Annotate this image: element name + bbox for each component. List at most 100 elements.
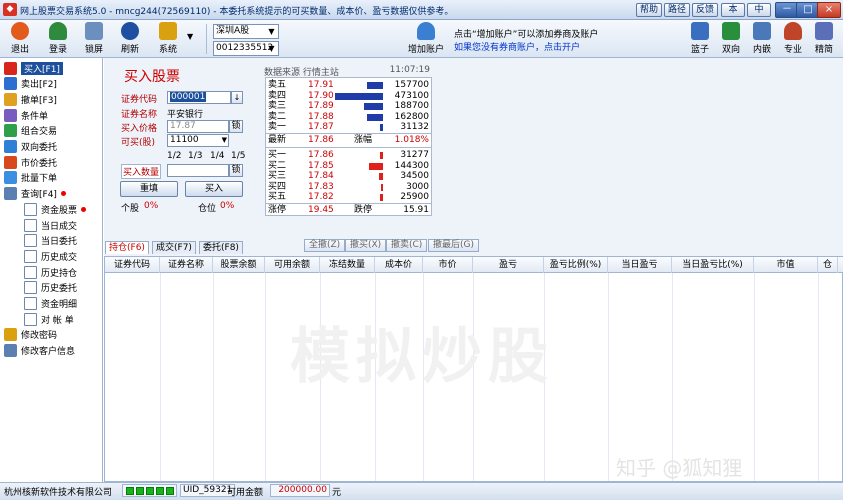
two-way-label: 双向 (721, 45, 740, 55)
led-icon (146, 487, 154, 495)
tree-subitem-0[interactable]: 资金股票 (24, 201, 87, 217)
tree-subitem-7[interactable]: 对 帐 单 (24, 311, 74, 327)
sell-level-1[interactable]: 卖五 17.91 157700 (266, 80, 431, 91)
level-name: 卖一 (268, 122, 287, 132)
column-header[interactable]: 证券名称 (160, 257, 213, 273)
fraction-half[interactable]: 1/2 (167, 151, 181, 161)
tree-subitem-5[interactable]: 历史委托 (24, 280, 77, 296)
level-price: 17.83 (308, 181, 334, 192)
help-button[interactable]: 帮助 (636, 3, 662, 17)
level-price: 17.82 (308, 192, 334, 202)
tree-bottom-item-1[interactable]: 修改客户信息 (4, 343, 75, 359)
code-search-icon[interactable]: ↓ (231, 91, 243, 104)
column-header[interactable]: 成本价 (375, 257, 423, 273)
path-button[interactable]: 路径 (664, 3, 690, 17)
tree-subitem-1[interactable]: 当日成交 (24, 217, 77, 233)
two-way-tool[interactable]: 双向 (715, 22, 747, 56)
column-header[interactable]: 仓 (818, 257, 838, 273)
tree-item-2[interactable]: 撤单[F3] (4, 91, 57, 107)
login-tool[interactable]: 登录 (42, 22, 74, 56)
tree-subitem-6[interactable]: 资金明细 (24, 296, 77, 312)
open-account-link[interactable]: 如果您没有券商账户，点击开户 (454, 40, 580, 53)
account-select[interactable]: 0012335512 ▼ (213, 41, 279, 56)
system-label: 系统 (158, 45, 177, 55)
system-tool[interactable]: 系统 (152, 22, 184, 56)
cancel-buy-button[interactable]: 撤买(X) (345, 239, 387, 252)
level-volume: 473100 (394, 90, 429, 101)
basket-tool[interactable]: 篮子 (684, 22, 716, 56)
refresh-tool[interactable]: 刷新 (114, 22, 146, 56)
buy-form-title: 买入股票 (124, 69, 180, 85)
add-account-button[interactable]: 增加账户 (406, 22, 446, 56)
column-header[interactable]: 证券代码 (105, 257, 160, 273)
feedback-button[interactable]: 反馈 (692, 3, 718, 17)
sell-level-5[interactable]: 卖一 17.87 31132 (266, 122, 431, 133)
buy-level-5[interactable]: 买五 17.82 25900 (266, 192, 431, 203)
exit-tool[interactable]: 退出 (4, 22, 36, 56)
buy-button[interactable]: 买入 (185, 181, 243, 197)
code-input[interactable]: 000001 (167, 91, 231, 104)
cancel-sell-button[interactable]: 撤卖(C) (386, 239, 428, 252)
info-label: 涨停 (268, 205, 287, 215)
fraction-quarter[interactable]: 1/4 (210, 151, 224, 161)
tree-subitem-2[interactable]: 当日委托 (24, 233, 77, 249)
cancel-all-button[interactable]: 全撤(Z) (304, 239, 346, 252)
connection-leds (122, 484, 177, 497)
embedded-tool[interactable]: 内嵌 (746, 22, 778, 56)
chevron-down-icon: ▼ (268, 27, 275, 36)
qty-input[interactable] (167, 164, 229, 177)
document-icon (24, 234, 37, 248)
column-header[interactable]: 盈亏 (473, 257, 544, 273)
pro-tool[interactable]: 专业 (777, 22, 809, 56)
tab-orders[interactable]: 委托(F8) (199, 241, 243, 254)
sell-level-2[interactable]: 卖四 17.90 473100 (266, 91, 431, 102)
column-header[interactable]: 市价 (423, 257, 473, 273)
close-button[interactable]: × (817, 2, 841, 18)
buy-level-2[interactable]: 买二 17.85 144300 (266, 161, 431, 172)
max-buy-select[interactable]: 11100 ▼ (167, 134, 229, 147)
tree-subitem-3[interactable]: 历史成交 (24, 248, 77, 264)
tree-item-5[interactable]: 双向委托 (4, 139, 57, 155)
buy-level-3[interactable]: 买三 17.84 34500 (266, 171, 431, 182)
info-label: 最新 (268, 135, 287, 145)
tree-item-3[interactable]: 条件单 (4, 107, 48, 123)
buy-level-1[interactable]: 买一 17.86 31277 (266, 150, 431, 161)
fraction-fifth[interactable]: 1/5 (231, 151, 245, 161)
fraction-third[interactable]: 1/3 (188, 151, 202, 161)
zhong-button[interactable]: 中 (747, 3, 771, 17)
tab-holdings[interactable]: 持仓(F6) (105, 241, 149, 254)
qty-lock-button[interactable]: 锁 (229, 164, 243, 177)
column-header[interactable]: 可用余额 (265, 257, 320, 273)
tab-trades[interactable]: 成交(F7) (152, 241, 196, 254)
system-dropdown-arrow-icon[interactable]: ▼ (187, 32, 193, 41)
price-input[interactable]: 17.87 (167, 120, 229, 133)
column-header[interactable]: 盈亏比例(%) (544, 257, 608, 273)
tree-bottom-item-0[interactable]: 修改密码 (4, 327, 57, 343)
column-header[interactable]: 当日盈亏比(%) (672, 257, 754, 273)
tree-item-4[interactable]: 组合交易 (4, 123, 57, 139)
sell-level-4[interactable]: 卖二 17.88 162800 (266, 112, 431, 123)
column-divider (213, 273, 214, 481)
buy-level-4[interactable]: 买四 17.83 3000 (266, 182, 431, 193)
tree-item-1[interactable]: 卖出[F2] (4, 76, 57, 92)
volume-bar (367, 113, 383, 121)
column-header[interactable]: 冻结数量 (320, 257, 375, 273)
column-header[interactable]: 股票余额 (213, 257, 265, 273)
tree-item-6[interactable]: 市价委托 (4, 154, 57, 170)
tree-item-7[interactable]: 批量下单 (4, 170, 57, 186)
tree-subitem-4[interactable]: 历史持仓 (24, 264, 77, 280)
tree-item-0[interactable]: 买入[F1] (4, 60, 63, 76)
market-select[interactable]: 深圳A股 ▼ (213, 24, 279, 39)
sell-level-3[interactable]: 卖三 17.89 188700 (266, 101, 431, 112)
tree-item-8[interactable]: 查询[F4] (4, 186, 66, 202)
ben-button[interactable]: 本 (721, 3, 745, 17)
simple-tool[interactable]: 精简 (808, 22, 840, 56)
column-divider (265, 273, 266, 481)
column-header[interactable]: 市值 (754, 257, 818, 273)
reset-button[interactable]: 重填 (120, 181, 178, 197)
column-header[interactable]: 当日盈亏 (608, 257, 672, 273)
lock-screen-tool[interactable]: 锁屏 (78, 22, 110, 56)
volume-bar (380, 194, 383, 201)
price-lock-button[interactable]: 锁 (229, 120, 243, 133)
cancel-last-button[interactable]: 撤最后(G) (428, 239, 479, 252)
